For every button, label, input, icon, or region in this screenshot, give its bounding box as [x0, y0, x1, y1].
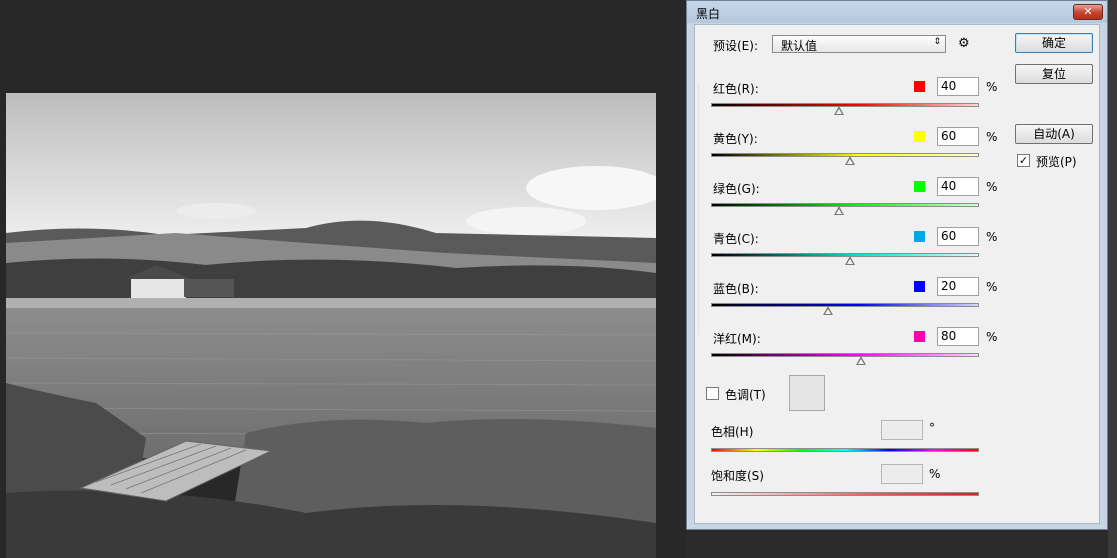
blue-label: 蓝色(B): [713, 282, 759, 296]
auto-button[interactable]: 自动(A) [1015, 124, 1093, 144]
preview-checkbox[interactable]: ✓ [1017, 154, 1030, 167]
workspace-edge [1108, 0, 1117, 558]
blue-swatch [914, 281, 925, 292]
saturation-slider-track[interactable] [711, 492, 979, 496]
hue-label: 色相(H) [711, 425, 754, 439]
yellow-value-input[interactable]: 60 [937, 127, 979, 146]
ok-button[interactable]: 确定 [1015, 33, 1093, 53]
saturation-input[interactable] [881, 464, 923, 484]
black-white-dialog: 黑白 ✕ 预设(E): 默认值 ⇕ ⚙ 红色(R): 40 % 黄色(Y): 6… [686, 0, 1108, 530]
saturation-unit: % [929, 467, 941, 481]
hue-input[interactable] [881, 420, 923, 440]
magenta-value-input[interactable]: 80 [937, 327, 979, 346]
red-swatch [914, 81, 925, 92]
document-canvas [0, 0, 686, 558]
blue-value-input[interactable]: 20 [937, 277, 979, 296]
green-unit: % [986, 180, 998, 194]
dialog-body: 预设(E): 默认值 ⇕ ⚙ 红色(R): 40 % 黄色(Y): 60 % 绿… [694, 24, 1100, 524]
blue-unit: % [986, 280, 998, 294]
scroll-divider [698, 85, 699, 335]
red-slider-track[interactable] [711, 103, 979, 107]
saturation-label: 饱和度(S) [711, 469, 764, 483]
green-slider-thumb[interactable] [834, 206, 844, 215]
green-slider-track[interactable] [711, 203, 979, 207]
select-arrows-icon: ⇕ [933, 37, 941, 47]
red-value-input[interactable]: 40 [937, 77, 979, 96]
magenta-slider-track[interactable] [711, 353, 979, 357]
red-label: 红色(R): [713, 82, 759, 96]
preset-label: 预设(E): [713, 39, 758, 53]
red-slider-thumb[interactable] [834, 106, 844, 115]
blue-slider-thumb[interactable] [823, 306, 833, 315]
yellow-swatch [914, 131, 925, 142]
blue-slider-track[interactable] [711, 303, 979, 307]
dialog-titlebar[interactable]: 黑白 ✕ [687, 1, 1107, 23]
cyan-unit: % [986, 230, 998, 244]
preset-value: 默认值 [781, 39, 818, 53]
magenta-label: 洋红(M): [713, 332, 761, 346]
dialog-title: 黑白 [696, 7, 721, 21]
reset-button[interactable]: 复位 [1015, 64, 1093, 84]
preview-label: 预览(P) [1036, 155, 1077, 169]
green-swatch [914, 181, 925, 192]
cyan-label: 青色(C): [713, 232, 759, 246]
hue-slider-track[interactable] [711, 448, 979, 452]
magenta-unit: % [986, 330, 998, 344]
tint-checkbox[interactable] [706, 387, 719, 400]
cyan-value-input[interactable]: 60 [937, 227, 979, 246]
magenta-slider-thumb[interactable] [856, 356, 866, 365]
red-unit: % [986, 80, 998, 94]
yellow-label: 黄色(Y): [713, 132, 758, 146]
tint-color-swatch[interactable] [789, 375, 825, 411]
hue-unit: ° [929, 421, 935, 435]
green-value-input[interactable]: 40 [937, 177, 979, 196]
yellow-slider-thumb[interactable] [845, 156, 855, 165]
close-icon[interactable]: ✕ [1073, 4, 1103, 20]
yellow-unit: % [986, 130, 998, 144]
tint-label: 色调(T) [725, 388, 766, 402]
cyan-slider-thumb[interactable] [845, 256, 855, 265]
green-label: 绿色(G): [713, 182, 760, 196]
cyan-swatch [914, 231, 925, 242]
gear-icon[interactable]: ⚙ [958, 36, 970, 51]
magenta-swatch [914, 331, 925, 342]
preset-select[interactable]: 默认值 ⇕ [772, 35, 946, 53]
grayscale-lake-photo [6, 93, 656, 558]
